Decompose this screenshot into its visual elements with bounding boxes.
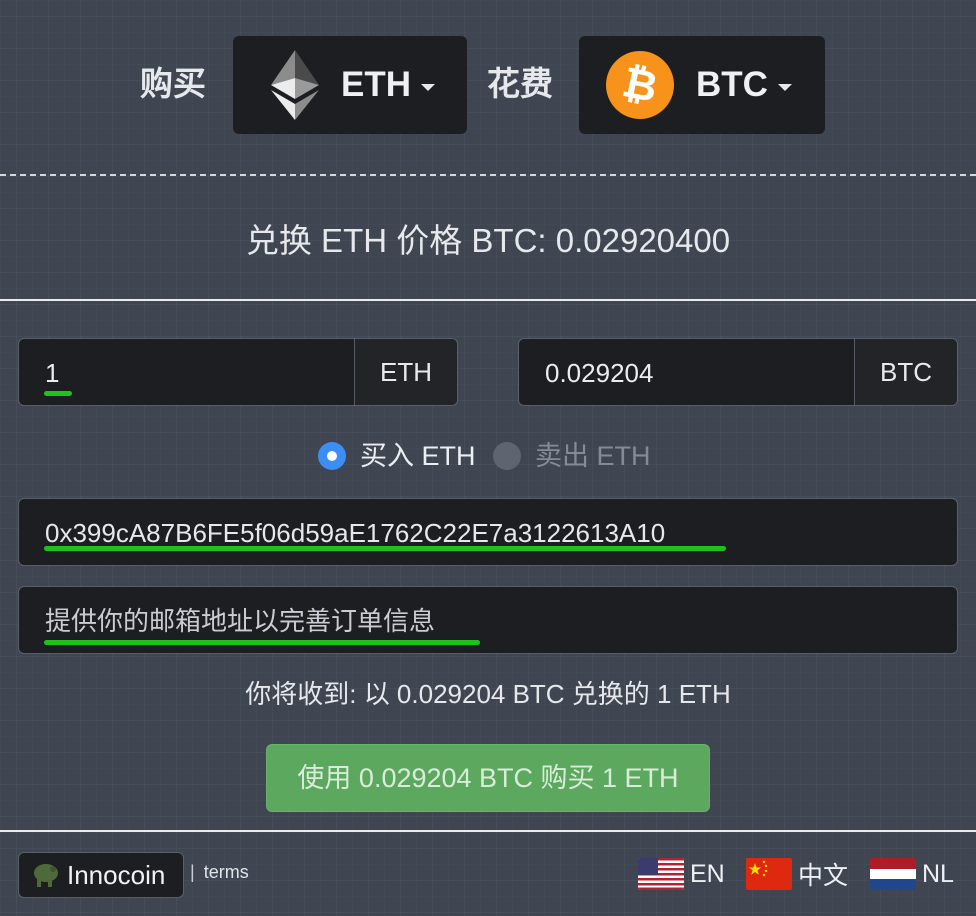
chevron-down-icon <box>777 83 792 91</box>
spend-coin-ticker: BTC <box>696 65 768 104</box>
language-nl[interactable]: NL <box>870 856 954 892</box>
spend-amount-input[interactable]: 0.029204 <box>519 339 854 405</box>
buy-amount-input[interactable]: 1 <box>19 339 354 405</box>
trade-mode-radio-group: 买入 ETH 卖出 ETH <box>0 438 976 474</box>
buy-radio[interactable] <box>318 442 346 470</box>
us-flag-icon <box>638 858 684 890</box>
nl-flag-icon <box>870 858 916 890</box>
bitcoin-icon: ₿ <box>606 51 674 119</box>
spend-amount-unit: BTC <box>854 339 957 405</box>
buy-button[interactable]: 使用 0.029204 BTC 购买 1 ETH <box>266 744 710 812</box>
buy-amount-unit: ETH <box>354 339 457 405</box>
ethereum-icon <box>271 50 319 120</box>
chevron-down-icon <box>421 83 435 91</box>
innocoin-logo-icon <box>31 860 61 890</box>
brand-name: Innocoin <box>67 859 166 890</box>
spend-coin-dropdown[interactable]: ₿ BTC <box>579 36 825 134</box>
dashed-divider <box>0 174 976 176</box>
terms-area: | terms <box>190 862 249 883</box>
brand-link[interactable]: Innocoin <box>18 852 184 898</box>
email-placeholder: 提供你的邮箱地址以完善订单信息 <box>45 606 436 636</box>
highlight-underline <box>44 546 726 551</box>
buy-amount-group: 1 ETH <box>18 338 458 406</box>
buy-amount-value: 1 <box>45 358 60 388</box>
email-input[interactable]: 提供你的邮箱地址以完善订单信息 <box>18 586 958 654</box>
separator: | <box>190 862 195 882</box>
spend-label: 花费 <box>487 65 553 102</box>
language-label: NL <box>922 859 954 888</box>
wallet-address-input[interactable]: 0x399cA87B6FE5f06d59aE1762C22E7a3122613A… <box>18 498 958 566</box>
receive-summary: 你将收到: 以 0.029204 BTC 兑换的 1 ETH <box>245 679 731 709</box>
sell-radio[interactable] <box>493 442 521 470</box>
currency-selector-row: 购买 ETH 花费 ₿ BTC <box>0 36 976 136</box>
language-en[interactable]: EN <box>638 856 725 892</box>
buy-coin-ticker: ETH <box>341 65 411 104</box>
terms-link[interactable]: terms <box>204 862 249 882</box>
divider <box>0 830 976 832</box>
cn-flag-icon <box>746 858 792 890</box>
wallet-address-value: 0x399cA87B6FE5f06d59aE1762C22E7a3122613A… <box>45 518 666 548</box>
language-label: EN <box>690 859 725 888</box>
highlight-underline <box>44 391 72 396</box>
divider <box>0 299 976 301</box>
language-label: 中文 <box>798 862 849 890</box>
highlight-underline <box>44 640 480 645</box>
buy-label: 购买 <box>140 65 206 102</box>
buy-radio-label[interactable]: 买入 ETH <box>360 438 476 474</box>
language-zh[interactable]: 中文 <box>746 856 848 892</box>
spend-amount-group: 0.029204 BTC <box>518 338 958 406</box>
buy-coin-dropdown[interactable]: ETH <box>233 36 467 134</box>
sell-radio-label[interactable]: 卖出 ETH <box>535 438 651 474</box>
exchange-rate: 兑换 ETH 价格 BTC: 0.02920400 <box>245 222 731 259</box>
